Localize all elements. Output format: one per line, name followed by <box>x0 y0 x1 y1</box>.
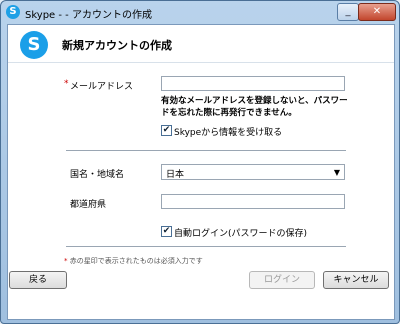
skype-logo-icon: S <box>20 31 48 59</box>
country-select[interactable]: 日本 ▼ <box>161 164 345 180</box>
section-divider <box>66 246 346 247</box>
section-divider <box>66 150 346 151</box>
header: S 新規アカウントの作成 <box>8 25 394 63</box>
back-button[interactable]: 戻る <box>9 271 67 289</box>
email-label: メールアドレス <box>70 82 134 92</box>
page-title: 新規アカウントの作成 <box>62 39 172 52</box>
prefecture-label: 都道府県 <box>70 200 107 210</box>
auto-login-checkbox[interactable]: ✔ <box>161 226 172 237</box>
title-bar[interactable]: S Skype - - アカウントの作成 _ ✕ <box>1 1 399 23</box>
required-star: * <box>64 257 68 265</box>
chevron-down-icon: ▼ <box>333 168 340 177</box>
country-label: 国名・地域名 <box>70 170 125 180</box>
minimize-button[interactable]: _ <box>337 3 359 21</box>
dialog-window: S Skype - - アカウントの作成 _ ✕ S 新規アカウントの作成 * … <box>0 0 400 324</box>
skype-app-icon: S <box>6 5 20 19</box>
required-star: * <box>64 79 69 89</box>
login-button[interactable]: ログイン <box>249 271 315 289</box>
auto-login-label[interactable]: 自動ログイン(パスワードの保存) <box>174 226 307 239</box>
window-title: Skype - - アカウントの作成 <box>25 10 152 21</box>
email-note-line1: 有効なメールアドレスを登録しないと、パスワー <box>161 96 348 106</box>
email-note-line2: ドを忘れた際に再発行できません。 <box>161 108 297 118</box>
close-button[interactable]: ✕ <box>358 3 396 21</box>
prefecture-input[interactable] <box>161 194 345 209</box>
info-checkbox[interactable]: ✔ <box>161 125 172 136</box>
cancel-button[interactable]: キャンセル <box>323 271 389 289</box>
country-value: 日本 <box>166 170 185 180</box>
required-footnote: * 赤の星印で表示されたものは必須入力です <box>64 256 203 266</box>
info-checkbox-label[interactable]: Skypeから情報を受け取る <box>174 125 282 138</box>
email-input[interactable] <box>161 76 345 91</box>
email-note: 有効なメールアドレスを登録しないと、パスワー ドを忘れた際に再発行できません。 <box>161 95 348 119</box>
footnote-text: 赤の星印で表示されたものは必須入力です <box>69 257 203 265</box>
